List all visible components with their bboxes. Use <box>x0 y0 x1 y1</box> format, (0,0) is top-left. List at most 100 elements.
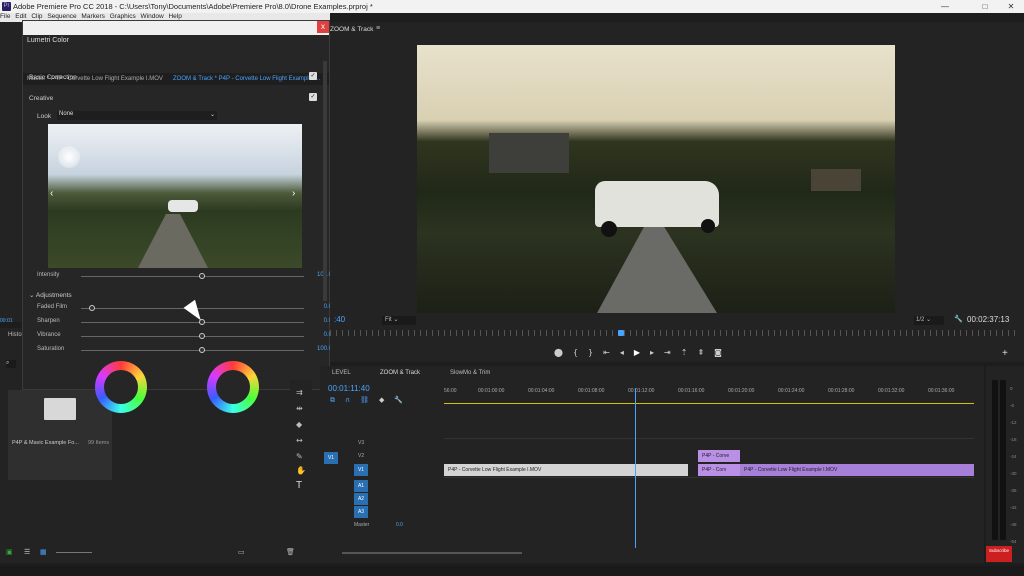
track-label-a3[interactable]: A3 <box>354 506 368 518</box>
timeline-tab-zoom-track[interactable]: ZOOM & Track <box>380 370 420 376</box>
timeline-timecode[interactable]: 00:01:11:40 <box>328 384 370 393</box>
track-label-v1[interactable]: V1 <box>354 464 368 476</box>
timeline-zoom-scrollbar[interactable] <box>342 552 522 554</box>
program-playhead[interactable] <box>618 330 624 336</box>
creative-section[interactable]: Creative <box>29 95 53 102</box>
mark-in-icon[interactable]: { <box>573 348 578 357</box>
track-divider <box>444 477 974 478</box>
folder-new-icon[interactable]: ▭ <box>238 548 245 556</box>
saturation-slider[interactable]: Saturation 100.0 <box>37 346 332 356</box>
transport-controls: ⬤ { } ⇤ ◂ ▶ ▸ ⇥ ⇡ ⇞ ◙ <box>554 348 722 357</box>
track-select-icon[interactable]: ⇉ <box>296 388 303 397</box>
menu-clip[interactable]: Clip <box>31 13 42 20</box>
timeline-tab-slowmo-trim[interactable]: SlowMo & Trim <box>450 370 490 376</box>
program-tab[interactable]: ZOOM & Track <box>330 26 373 33</box>
adjustments-section[interactable]: ⌄ Adjustments <box>29 291 72 299</box>
trash-icon[interactable]: 🗑 <box>286 548 295 556</box>
settings-wrench-icon[interactable]: 🔧 <box>394 396 403 405</box>
sharpen-slider[interactable]: Sharpen 0.0 <box>37 318 332 328</box>
add-marker-icon[interactable]: ◆ <box>379 396 384 405</box>
track-label-a1[interactable]: A1 <box>354 480 368 492</box>
lock-icon[interactable]: ▣ <box>6 548 13 556</box>
intensity-slider[interactable]: Intensity 100.0 <box>37 272 332 282</box>
look-dropdown[interactable]: None ⌄ <box>57 111 217 120</box>
highlight-tint-wheel[interactable] <box>207 361 259 413</box>
sun-glare <box>58 146 80 168</box>
marker-icon[interactable]: ⬤ <box>554 348 563 357</box>
step-back-icon[interactable]: ◂ <box>620 348 624 357</box>
timeline-ruler[interactable]: 56:00 00:01:00:00 00:01:04:00 00:01:08:00 00… <box>444 388 974 398</box>
chevron-left-icon[interactable]: ‹ <box>50 188 53 199</box>
icon-view-icon[interactable]: ▦ <box>40 548 47 556</box>
track-label-v3[interactable]: V3 <box>358 440 364 446</box>
razor-icon[interactable]: ◆ <box>296 420 302 429</box>
v1-clip-short[interactable]: P4P - Corv <box>698 464 740 476</box>
project-tab[interactable]: Histo <box>8 332 22 338</box>
menu-edit[interactable]: Edit <box>15 13 26 20</box>
track-label-v2[interactable]: V2 <box>358 453 364 459</box>
menu-sequence[interactable]: Sequence <box>47 13 76 20</box>
maximize-button[interactable]: □ <box>978 1 992 12</box>
close-icon[interactable]: x <box>317 21 329 33</box>
close-window-button[interactable]: ✕ <box>1004 1 1018 12</box>
track-label-a2[interactable]: A2 <box>354 493 368 505</box>
snap-icon[interactable]: ∩ <box>345 396 350 405</box>
wrench-icon[interactable]: 🔧 <box>954 315 963 323</box>
add-button-icon[interactable]: + <box>1002 348 1008 359</box>
hand-icon[interactable]: ✋ <box>296 466 306 475</box>
mark-out-icon[interactable]: } <box>588 348 593 357</box>
ripple-edit-icon[interactable]: ⇹ <box>296 404 303 413</box>
faded-film-label: Faded Film <box>37 304 68 310</box>
effects-panel-bg <box>0 22 22 322</box>
menu-file[interactable]: File <box>0 13 10 20</box>
timeline-tab-level[interactable]: LEVEL <box>332 370 351 376</box>
play-icon[interactable]: ▶ <box>634 348 640 357</box>
sequence-clip-tab[interactable]: ZOOM & Track * P4P - Corvette Low Flight… <box>173 76 320 82</box>
panel-header: x <box>23 21 329 35</box>
meter-bar-right <box>1000 380 1006 540</box>
v1-clip-long[interactable]: P4P - Corvette Low Flight Example I.MOV <box>740 464 974 476</box>
v2-clip[interactable]: P4P - Corve <box>698 450 740 462</box>
go-to-in-icon[interactable]: ⇤ <box>603 348 610 357</box>
faded-film-slider[interactable]: Faded Film 0.0 <box>37 304 332 314</box>
pen-icon[interactable]: ✎ <box>296 452 303 461</box>
minimize-button[interactable]: — <box>938 1 952 12</box>
quality-dropdown[interactable]: 1/2 ⌄ <box>914 316 944 325</box>
extract-icon[interactable]: ⇞ <box>697 348 704 357</box>
subscribe-button[interactable]: Subscribe <box>986 546 1012 562</box>
go-to-out-icon[interactable]: ⇥ <box>664 348 671 357</box>
search-icon[interactable]: ⌕ <box>6 360 16 368</box>
linked-selection-icon[interactable]: ⛓ <box>360 396 369 405</box>
menu-graphics[interactable]: Graphics <box>110 13 136 20</box>
chevron-down-icon: ⌄ <box>29 292 36 299</box>
master-volume-value[interactable]: 0.0 <box>396 522 403 528</box>
timeline-playhead[interactable] <box>635 388 636 548</box>
zoom-slider[interactable] <box>56 552 92 553</box>
vibrance-slider[interactable]: Vibrance 0.0 <box>37 332 332 342</box>
step-forward-icon[interactable]: ▸ <box>650 348 654 357</box>
source-v1-toggle[interactable]: V1 <box>324 452 338 464</box>
v1-clip[interactable]: P4P - Corvette Low Flight Example I.MOV <box>444 464 688 476</box>
chevron-right-icon[interactable]: › <box>292 188 295 199</box>
slip-icon[interactable]: ↔ <box>296 436 303 445</box>
basic-correction-section[interactable]: Basic Correction <box>29 74 77 81</box>
fit-dropdown[interactable]: Fit ⌄ <box>382 316 416 325</box>
camera-icon[interactable]: ◙ <box>714 348 722 357</box>
work-area-bar[interactable] <box>444 403 974 404</box>
menu-help[interactable]: Help <box>168 13 181 20</box>
menu-window[interactable]: Window <box>141 13 164 20</box>
basic-correction-checkbox[interactable]: ✓ <box>309 72 317 80</box>
menu-markers[interactable]: Markers <box>81 13 104 20</box>
nest-icon[interactable]: ⧉ <box>330 396 335 405</box>
bin-tile[interactable]: P4P & Mavic Example Fo... 99 Items <box>8 390 112 480</box>
house-shape <box>489 133 569 173</box>
creative-checkbox[interactable]: ✓ <box>309 93 317 101</box>
shadow-tint-wheel[interactable] <box>95 361 147 413</box>
type-tool-icon[interactable]: T <box>296 480 302 491</box>
road-shape <box>138 214 208 268</box>
panel-scrollbar[interactable] <box>323 61 327 301</box>
panel-menu-icon[interactable]: ≡ <box>376 25 380 32</box>
program-ruler[interactable] <box>330 330 1020 336</box>
lift-icon[interactable]: ⇡ <box>681 348 688 357</box>
list-view-icon[interactable]: ☰ <box>24 548 30 556</box>
